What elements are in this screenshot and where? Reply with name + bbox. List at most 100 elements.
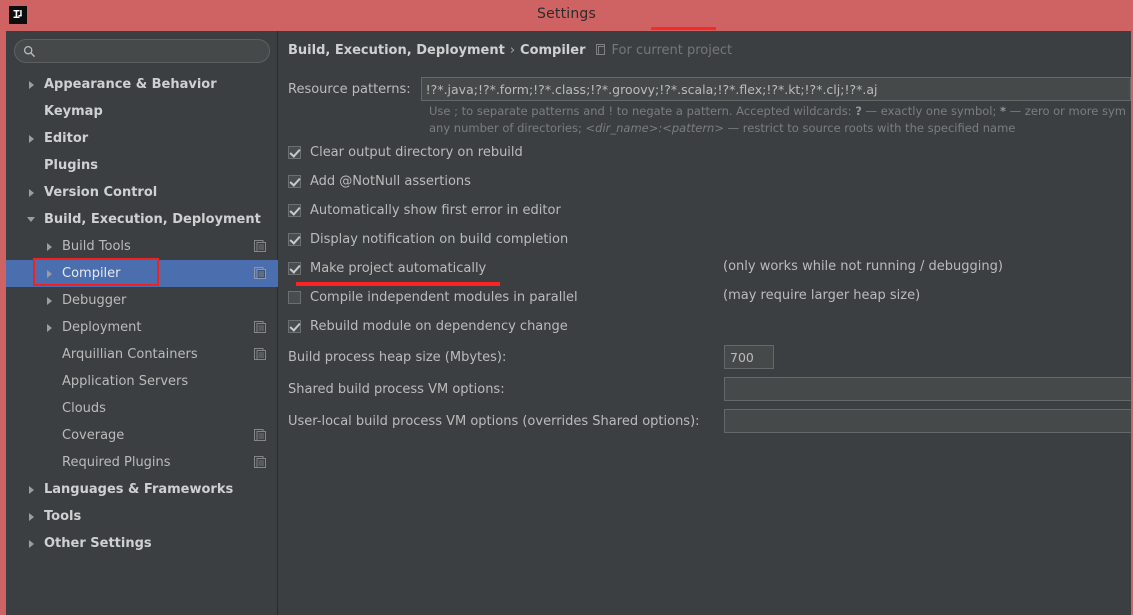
breadcrumb-scope-text: For current project	[611, 43, 733, 58]
sidebar-item-label: Other Settings	[44, 536, 152, 551]
sidebar-item-label: Clouds	[62, 401, 106, 416]
sidebar-item-label: Keymap	[44, 104, 103, 119]
field-label: User-local build process VM options (ove…	[288, 413, 700, 429]
field-input-0[interactable]	[724, 345, 774, 369]
sidebar-item-tools[interactable]: Tools	[6, 503, 278, 530]
sidebar-item-required-plugins[interactable]: Required Plugins	[6, 449, 278, 476]
chevron-right-icon[interactable]	[26, 537, 39, 550]
chevron-right-icon[interactable]	[26, 510, 39, 523]
chevron-right-icon[interactable]	[26, 132, 39, 145]
search-icon	[23, 45, 36, 58]
field-row-2: User-local build process VM options (ove…	[288, 409, 700, 433]
project-scope-icon	[254, 348, 266, 360]
sidebar-item-label: Coverage	[62, 428, 125, 443]
sidebar-item-label: Plugins	[44, 158, 98, 173]
checkbox-indicator[interactable]	[288, 319, 301, 333]
sidebar-item-label: Version Control	[44, 185, 158, 200]
search-box[interactable]	[14, 39, 270, 63]
breadcrumb: Build, Execution, Deployment › Compiler …	[288, 43, 732, 58]
sidebar-item-deployment[interactable]: Deployment	[6, 314, 278, 341]
sidebar-item-build-execution-deployment[interactable]: Build, Execution, Deployment	[6, 206, 278, 233]
chevron-right-icon[interactable]	[26, 186, 39, 199]
checkbox-hint: (may require larger heap size)	[723, 288, 921, 303]
chevron-right-icon[interactable]	[44, 267, 57, 280]
sidebar-item-plugins[interactable]: Plugins	[6, 152, 278, 179]
hint-line-2: any number of directories; <dir_name>:<p…	[429, 120, 1131, 137]
search-box-wrapper	[14, 39, 270, 63]
field-row-0: Build process heap size (Mbytes):	[288, 345, 506, 369]
checkbox-row-add-notnull-assertions[interactable]: Add @NotNull assertions	[288, 172, 471, 190]
sidebar-item-label: Tools	[44, 509, 82, 524]
sidebar-item-version-control[interactable]: Version Control	[6, 179, 278, 206]
checkbox-indicator[interactable]	[288, 174, 301, 188]
sidebar-item-build-tools[interactable]: Build Tools	[6, 233, 278, 260]
checkbox-label: Automatically show first error in editor	[310, 202, 561, 218]
checkbox-indicator[interactable]	[288, 261, 301, 275]
sidebar-item-clouds[interactable]: Clouds	[6, 395, 278, 422]
resource-patterns-row: Resource patterns:	[288, 77, 1131, 101]
checkbox-label: Make project automatically	[310, 260, 487, 276]
resource-patterns-label: Resource patterns:	[288, 81, 411, 97]
checkbox-label: Compile independent modules in parallel	[310, 289, 578, 305]
title-bar: Settings	[0, 0, 1133, 31]
sidebar-item-label: Languages & Frameworks	[44, 482, 234, 497]
chevron-right-icon[interactable]	[44, 240, 57, 253]
chevron-right-icon[interactable]	[44, 321, 57, 334]
checkbox-row-automatically-show-first-error-in-editor[interactable]: Automatically show first error in editor	[288, 201, 561, 219]
sidebar-item-appearance-behavior[interactable]: Appearance & Behavior	[6, 71, 278, 98]
checkbox-indicator[interactable]	[288, 232, 301, 246]
checkbox-row-make-project-automatically[interactable]: Make project automatically	[288, 259, 486, 277]
resource-patterns-input[interactable]	[420, 77, 1131, 101]
hint-text-1: Use ; to separate patterns and ! to nega…	[429, 104, 856, 118]
hint-text-4: any number of directories;	[429, 121, 586, 135]
sidebar-item-label: Application Servers	[62, 374, 189, 389]
checkbox-row-display-notification-on-build-completion[interactable]: Display notification on build completion	[288, 230, 568, 248]
sidebar-item-label: Arquillian Containers	[62, 347, 198, 362]
sidebar-item-other-settings[interactable]: Other Settings	[6, 530, 278, 557]
hint-dir-name-pattern: <dir_name>:<pattern>	[585, 121, 724, 135]
chevron-right-icon[interactable]	[44, 294, 57, 307]
hint-text-3: — zero or more sym	[1006, 104, 1126, 118]
checkbox-label: Clear output directory on rebuild	[310, 144, 523, 160]
sidebar-item-label: Build Tools	[62, 239, 131, 254]
chevron-down-icon[interactable]	[26, 213, 39, 226]
checkbox-indicator[interactable]	[288, 145, 301, 159]
window-title: Settings	[536, 6, 597, 22]
chevron-right-icon[interactable]	[26, 78, 39, 91]
sidebar-item-debugger[interactable]: Debugger	[6, 287, 278, 314]
sidebar-item-keymap[interactable]: Keymap	[6, 98, 278, 125]
settings-window: Settings Appearance & Behavior Keymap Edit…	[0, 0, 1133, 615]
checkbox-row-clear-output-directory-on-rebuild[interactable]: Clear output directory on rebuild	[288, 143, 523, 161]
sidebar-item-application-servers[interactable]: Application Servers	[6, 368, 278, 395]
sidebar-item-compiler[interactable]: Compiler	[6, 260, 278, 287]
checkbox-indicator[interactable]	[288, 290, 301, 304]
checkbox-label: Add @NotNull assertions	[310, 173, 471, 189]
breadcrumb-parent[interactable]: Build, Execution, Deployment	[288, 43, 505, 58]
sidebar-item-coverage[interactable]: Coverage	[6, 422, 278, 449]
checkbox-row-rebuild-module-on-dependency-change[interactable]: Rebuild module on dependency change	[288, 317, 568, 335]
field-input-1[interactable]	[724, 377, 1131, 401]
sidebar-item-editor[interactable]: Editor	[6, 125, 278, 152]
field-label: Build process heap size (Mbytes):	[288, 349, 507, 365]
search-input[interactable]	[41, 40, 263, 62]
chevron-right-icon[interactable]	[26, 483, 39, 496]
checkbox-row-compile-independent-modules-in-parallel[interactable]: Compile independent modules in parallel	[288, 288, 578, 306]
checkbox-indicator[interactable]	[288, 203, 301, 217]
sidebar-item-label: Debugger	[62, 293, 127, 308]
field-input-2[interactable]	[724, 409, 1131, 433]
project-scope-icon	[595, 44, 605, 55]
sidebar-item-languages-frameworks[interactable]: Languages & Frameworks	[6, 476, 278, 503]
hint-text-2: — exactly one symbol;	[861, 104, 1001, 118]
project-scope-icon	[254, 456, 266, 468]
project-scope-icon	[254, 321, 266, 333]
hint-text-5: — restrict to source roots with the spec…	[723, 121, 1016, 135]
settings-sidebar: Appearance & Behavior Keymap Editor Plugins…	[6, 31, 278, 615]
sidebar-item-arquillian-containers[interactable]: Arquillian Containers	[6, 341, 278, 368]
project-scope-icon	[254, 267, 266, 279]
